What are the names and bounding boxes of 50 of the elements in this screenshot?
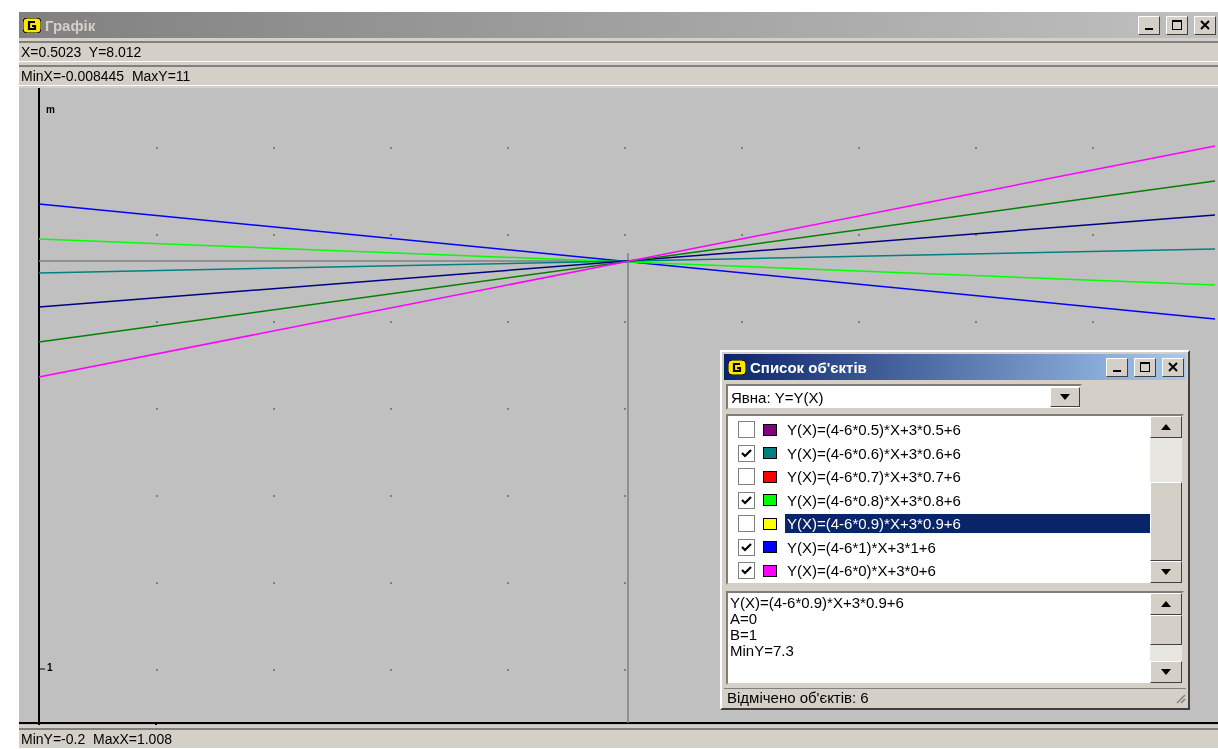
status-text: Відмічено об'єктів: 6 xyxy=(727,689,869,706)
maximize-icon xyxy=(1172,20,1182,30)
check-icon xyxy=(741,542,752,552)
resize-grip-icon xyxy=(1174,691,1186,704)
scroll-up-icon xyxy=(1161,600,1171,607)
check-icon xyxy=(741,495,752,505)
range-readout: MinY=-0.2 MaxX=1.008 xyxy=(19,728,1218,749)
scroll-down-icon xyxy=(1161,568,1171,575)
maximize-button[interactable] xyxy=(1166,15,1188,35)
list-item[interactable]: Y(X)=(4-6*0.5)*X+3*0.5+6 xyxy=(785,420,1150,440)
tick-label: 1 xyxy=(47,662,53,673)
minimize-icon xyxy=(1113,369,1121,372)
maximize-button[interactable] xyxy=(1134,357,1156,377)
list-item[interactable]: Y(X)=(4-6*1)*X+3*1+6 xyxy=(785,537,1150,557)
list-item[interactable]: Y(X)=(4-6*0.9)*X+3*0.9+6 xyxy=(785,514,1150,534)
minimize-icon xyxy=(1145,27,1153,30)
app-logo-icon xyxy=(728,359,746,375)
coordinates-readout: MinX=-0.008445 MaxY=11 xyxy=(19,65,1218,86)
list-item[interactable]: Y(X)=(4-6*0.8)*X+3*0.8+6 xyxy=(785,490,1150,510)
check-icon xyxy=(741,566,752,576)
window-title: Графік xyxy=(45,16,97,34)
close-icon xyxy=(1200,20,1210,30)
checkbox[interactable] xyxy=(738,515,755,533)
list-item[interactable]: Y(X)=(4-6*0.6)*X+3*0.6+6 xyxy=(785,443,1150,463)
checkbox[interactable] xyxy=(738,444,755,462)
checkbox[interactable] xyxy=(738,421,755,439)
scroll-down-icon xyxy=(1161,669,1171,675)
list-item[interactable]: Y(X)=(4-6*0.7)*X+3*0.7+6 xyxy=(785,467,1150,487)
details-text: Y(X)=(4-6*0.9)*X+3*0.9+6 A=0 B=1 MinY=7.3 xyxy=(729,592,905,661)
list-item[interactable]: Y(X)=(4-6*0)*X+3*0+6 xyxy=(785,561,1150,581)
close-button[interactable] xyxy=(1162,357,1184,377)
type-dropdown[interactable]: Явна: Y=Y(X) xyxy=(726,384,1082,410)
checkbox[interactable] xyxy=(738,468,755,486)
checkbox[interactable] xyxy=(738,491,755,509)
maximize-icon xyxy=(1140,362,1150,372)
window-title: Список об'єктів xyxy=(750,358,868,376)
checkbox[interactable] xyxy=(738,538,755,556)
minimize-button[interactable] xyxy=(1138,15,1160,35)
checkbox[interactable] xyxy=(738,562,755,580)
axis-label: m xyxy=(46,104,55,115)
scrollbar[interactable] xyxy=(1150,416,1182,583)
close-icon xyxy=(1168,362,1178,372)
scroll-down-icon xyxy=(1060,394,1070,400)
minimize-button[interactable] xyxy=(1106,357,1128,377)
scroll-up-icon xyxy=(1161,424,1171,430)
scrollbar[interactable] xyxy=(1150,592,1182,683)
app-logo-icon xyxy=(23,17,41,33)
check-icon xyxy=(741,448,752,458)
coordinates-readout: X=0.5023 Y=8.012 xyxy=(19,41,1218,62)
close-button[interactable] xyxy=(1194,15,1216,35)
